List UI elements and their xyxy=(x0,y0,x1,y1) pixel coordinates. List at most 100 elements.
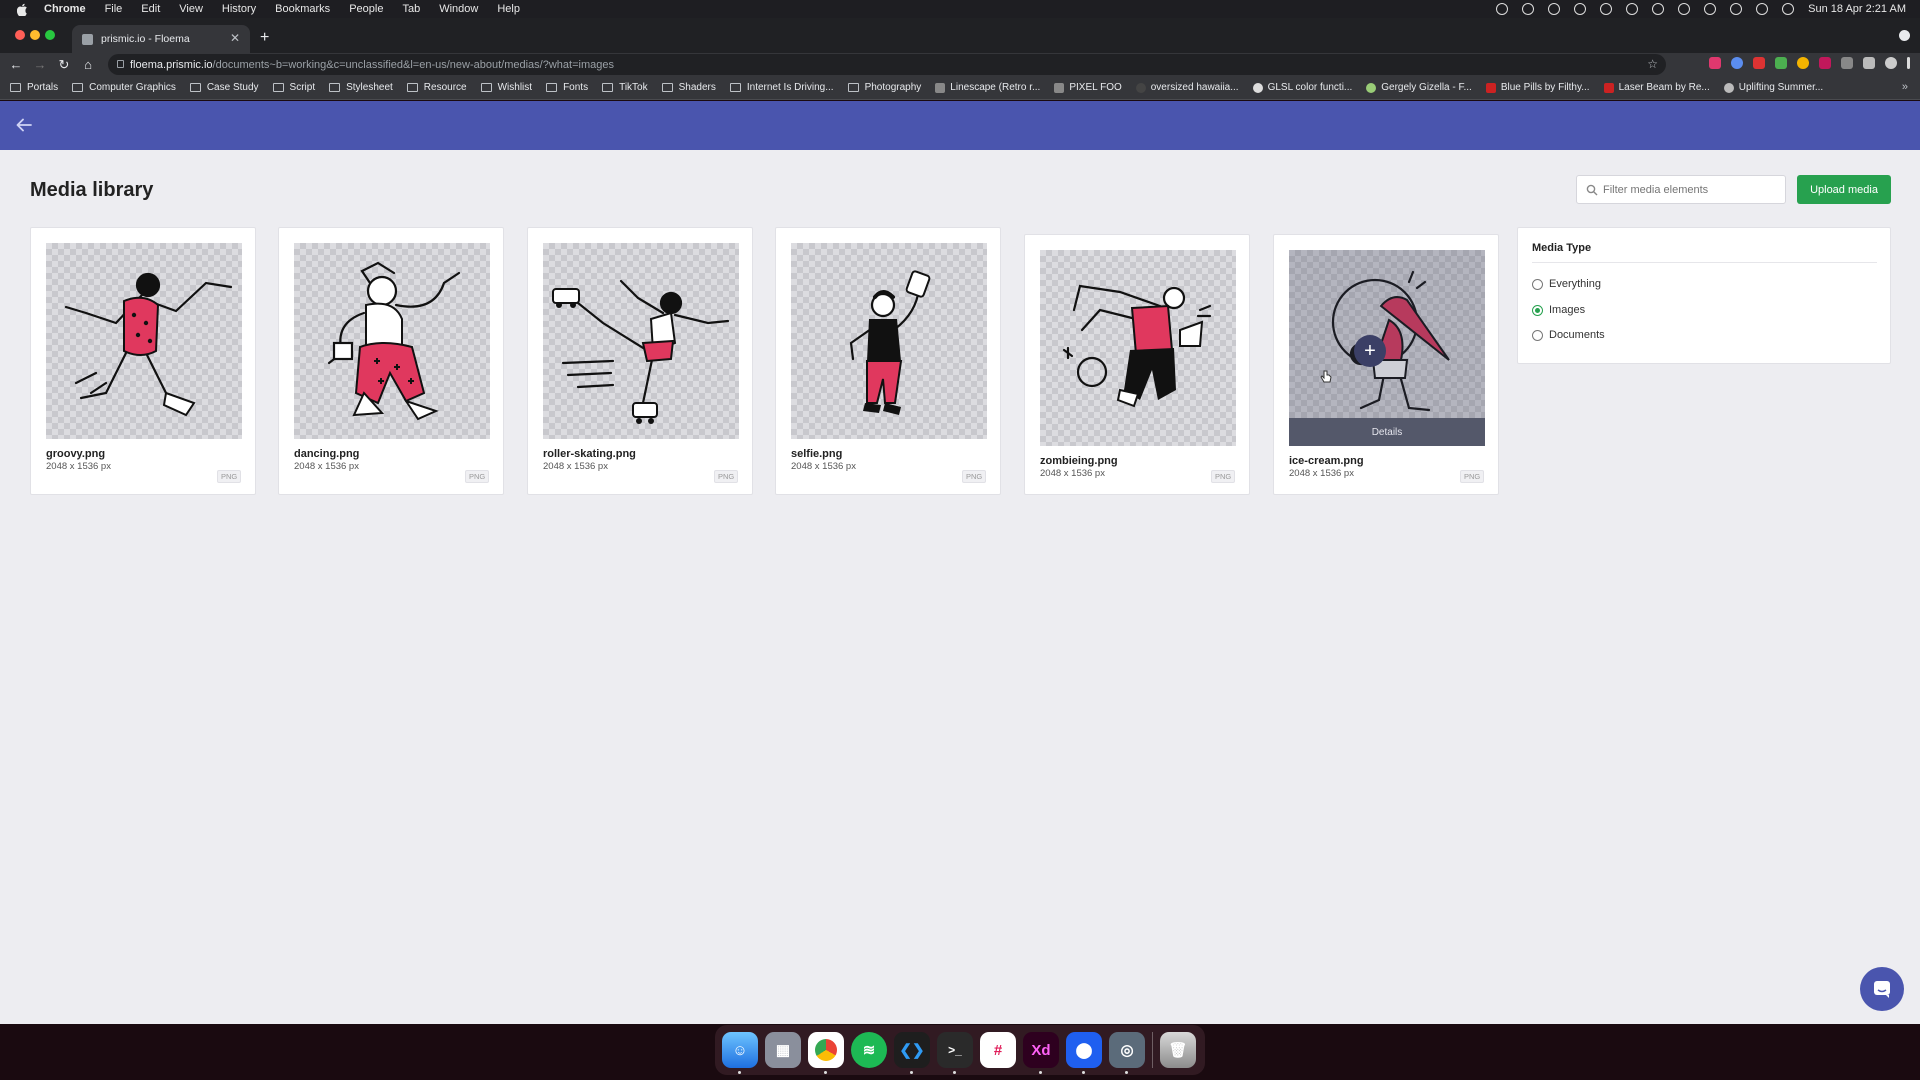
spotlight-search-icon[interactable] xyxy=(1730,3,1743,15)
back-arrow-icon[interactable] xyxy=(14,115,34,135)
bookmark-item[interactable]: Linescape (Retro r... xyxy=(935,82,1040,93)
onepassword-icon[interactable] xyxy=(1574,3,1587,15)
chrome-icon[interactable] xyxy=(808,1032,844,1074)
media-card-selfie[interactable]: selfie.png 2048 x 1536 px PNG xyxy=(775,227,1001,495)
launchpad-icon[interactable]: ▦ xyxy=(765,1032,801,1068)
wifi-icon[interactable] xyxy=(1704,3,1717,15)
tab-search-icon[interactable] xyxy=(1899,30,1910,41)
profile-avatar[interactable] xyxy=(1885,57,1897,69)
bookmark-item[interactable]: Internet Is Driving... xyxy=(729,82,834,93)
radio-button-selected[interactable] xyxy=(1532,304,1543,316)
extension-icon[interactable] xyxy=(1709,57,1721,69)
tab-close-icon[interactable]: ✕ xyxy=(230,31,240,45)
extension-icon[interactable] xyxy=(1775,57,1787,69)
bookmark-item[interactable]: Resource xyxy=(406,82,467,93)
radio-button[interactable] xyxy=(1532,329,1543,341)
chat-support-button[interactable] xyxy=(1860,967,1904,1011)
details-button[interactable]: Details xyxy=(1289,418,1485,446)
bookmark-item[interactable]: Shaders xyxy=(661,82,716,93)
trash-icon[interactable]: 🗑 xyxy=(1160,1032,1196,1068)
menu-people[interactable]: People xyxy=(349,3,383,15)
finder-icon[interactable]: ☺ xyxy=(722,1032,758,1074)
battery-icon[interactable] xyxy=(1652,3,1665,15)
bookmark-item[interactable]: Portals xyxy=(10,82,58,93)
media-card-ice-cream[interactable]: + Details ice-cream.png 2048 x 1536 px P… xyxy=(1273,234,1499,495)
home-icon[interactable]: ⌂ xyxy=(76,57,100,72)
add-media-button[interactable]: + xyxy=(1354,335,1386,367)
adobe-xd-icon[interactable]: Xd xyxy=(1023,1032,1059,1074)
filter-option-everything[interactable]: Everything xyxy=(1532,278,1601,290)
media-thumbnail[interactable] xyxy=(1040,250,1236,446)
new-tab-button[interactable]: + xyxy=(260,29,269,47)
extension-icon[interactable] xyxy=(1731,57,1743,69)
puzzle-extensions-icon[interactable] xyxy=(1863,57,1875,69)
menu-bookmarks[interactable]: Bookmarks xyxy=(275,3,330,15)
vscode-icon[interactable]: ❮❯ xyxy=(894,1032,930,1074)
filter-search-box[interactable] xyxy=(1576,175,1786,204)
bookmark-item[interactable]: TikTok xyxy=(602,82,648,93)
bookmark-item[interactable]: Gergely Gizella - F... xyxy=(1366,82,1472,93)
slack-icon[interactable]: # xyxy=(980,1032,1016,1068)
radio-button[interactable] xyxy=(1532,278,1543,290)
menu-tab[interactable]: Tab xyxy=(402,3,420,15)
extension-icon[interactable] xyxy=(1841,57,1853,69)
media-card-roller-skating[interactable]: roller-skating.png 2048 x 1536 px PNG xyxy=(527,227,753,495)
address-bar[interactable]: floema.prismic.io/documents~b=working&c=… xyxy=(108,54,1666,75)
bookmark-item[interactable]: oversized hawaiia... xyxy=(1135,82,1239,93)
window-minimize-button[interactable] xyxy=(30,30,40,40)
cloud-icon[interactable] xyxy=(1548,3,1561,15)
play-icon[interactable] xyxy=(1626,3,1639,15)
media-thumbnail[interactable] xyxy=(791,243,987,439)
bookmark-item[interactable]: Blue Pills by Filthy... xyxy=(1485,82,1590,93)
apple-icon[interactable] xyxy=(14,1,30,17)
spotify-icon[interactable]: ≋ xyxy=(851,1032,887,1068)
filter-media-input[interactable] xyxy=(1603,183,1773,196)
bookmark-item[interactable]: Fonts xyxy=(546,82,588,93)
forward-nav-icon[interactable]: → xyxy=(28,57,52,72)
window-zoom-button[interactable] xyxy=(45,30,55,40)
filter-option-images[interactable]: Images xyxy=(1532,304,1585,316)
back-nav-icon[interactable]: ← xyxy=(4,57,28,72)
menu-help[interactable]: Help xyxy=(497,3,520,15)
extension-icon[interactable] xyxy=(1797,57,1809,69)
bookmark-star-icon[interactable]: ☆ xyxy=(1647,57,1658,71)
bookmark-item[interactable]: Wishlist xyxy=(480,82,532,93)
bookmark-item[interactable]: Script xyxy=(272,82,315,93)
upload-media-button[interactable]: Upload media xyxy=(1797,175,1891,204)
bookmark-item[interactable]: Uplifting Summer... xyxy=(1723,82,1823,93)
bookmark-item[interactable]: Computer Graphics xyxy=(72,82,176,93)
filter-option-documents[interactable]: Documents xyxy=(1532,329,1605,341)
window-close-button[interactable] xyxy=(15,30,25,40)
chrome-menu-icon[interactable] xyxy=(1907,57,1910,69)
bookmark-item[interactable]: Stylesheet xyxy=(329,82,393,93)
media-card-zombieing[interactable]: zombieing.png 2048 x 1536 px PNG xyxy=(1024,234,1250,495)
extension-icon[interactable] xyxy=(1753,57,1765,69)
quicktime-icon[interactable]: ◎ xyxy=(1109,1032,1145,1074)
bookmark-item[interactable]: GLSL color functi... xyxy=(1252,82,1352,93)
media-thumbnail[interactable] xyxy=(46,243,242,439)
reload-icon[interactable]: ↻ xyxy=(52,57,76,73)
bookmark-item[interactable]: PIXEL FOO xyxy=(1054,82,1122,93)
media-card-groovy[interactable]: groovy.png 2048 x 1536 px PNG xyxy=(30,227,256,495)
siri-icon[interactable] xyxy=(1782,3,1795,15)
creative-cloud-icon[interactable] xyxy=(1522,3,1535,15)
bookmark-item[interactable]: Laser Beam by Re... xyxy=(1603,82,1710,93)
extension-icon[interactable] xyxy=(1819,57,1831,69)
menubar-clock[interactable]: Sun 18 Apr 2:21 AM xyxy=(1808,3,1906,15)
maps-pin-icon[interactable]: ⬤ xyxy=(1066,1032,1102,1074)
bookmarks-overflow-icon[interactable]: » xyxy=(1902,81,1908,93)
terminal-icon[interactable]: >_ xyxy=(937,1032,973,1074)
menu-history[interactable]: History xyxy=(222,3,256,15)
media-thumbnail[interactable] xyxy=(294,243,490,439)
menu-edit[interactable]: Edit xyxy=(141,3,160,15)
bookmark-item[interactable]: Case Study xyxy=(189,82,259,93)
media-thumbnail[interactable] xyxy=(543,243,739,439)
record-icon[interactable] xyxy=(1496,3,1509,15)
upload-cloud-icon[interactable] xyxy=(1600,3,1613,15)
menu-window[interactable]: Window xyxy=(439,3,478,15)
media-thumbnail[interactable]: + Details xyxy=(1289,250,1485,446)
bookmark-item[interactable]: Photography xyxy=(847,82,921,93)
menu-view[interactable]: View xyxy=(179,3,203,15)
bluetooth-icon[interactable] xyxy=(1678,3,1691,15)
browser-tab-active[interactable]: prismic.io - Floema ✕ xyxy=(72,25,250,53)
